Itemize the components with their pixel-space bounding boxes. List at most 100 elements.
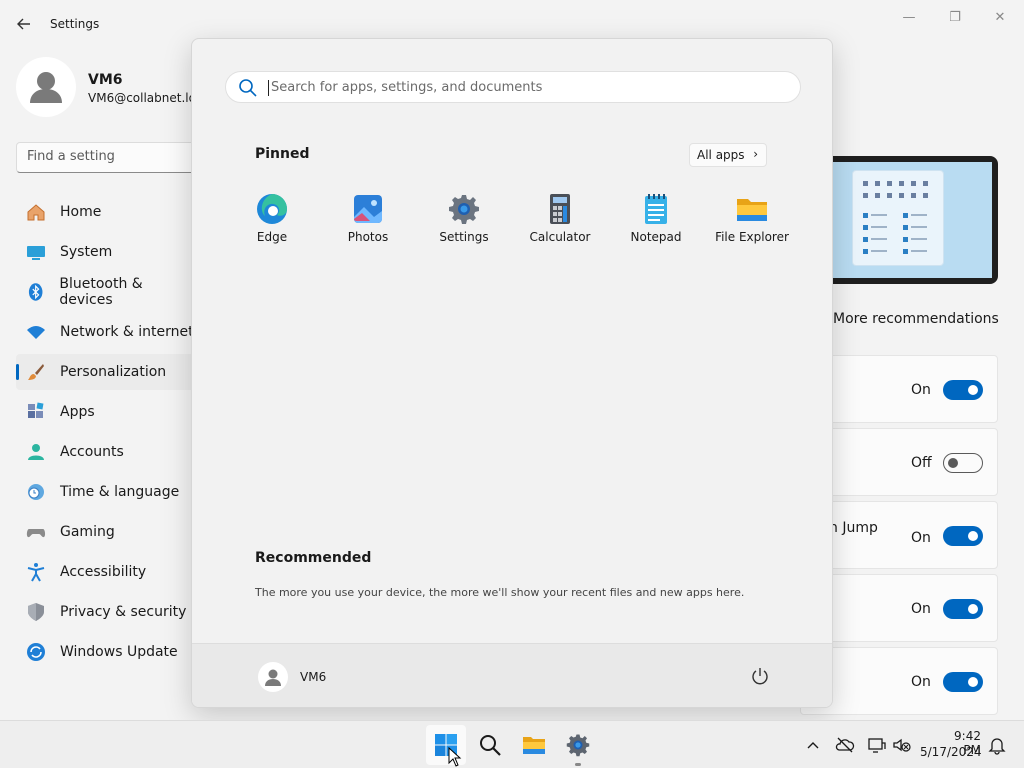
pinned-app-label: Photos: [347, 230, 389, 244]
minimize-button[interactable]: —: [887, 6, 931, 30]
start-search-input[interactable]: Search for apps, settings, and documents: [225, 71, 801, 103]
sidebar-item-label: Accessibility: [60, 564, 147, 580]
taskbar-search-button[interactable]: [470, 725, 510, 765]
toggle-switch[interactable]: [943, 599, 983, 619]
pinned-app-photos[interactable]: Photos: [320, 189, 416, 259]
volume-muted-icon[interactable]: [892, 735, 912, 755]
brush-icon: [28, 364, 44, 380]
toggle-switch[interactable]: [943, 453, 983, 473]
window-title: Settings: [50, 17, 100, 31]
clock-date[interactable]: 5/17/2024: [920, 745, 982, 759]
update-icon: [27, 643, 45, 661]
sidebar-item-label: Apps: [60, 404, 95, 420]
preview-layout-graphic: [863, 181, 928, 254]
pinned-app-label: Notepad: [630, 230, 682, 244]
sidebar-item-accounts[interactable]: Accounts: [16, 434, 196, 470]
photos-icon: [354, 195, 382, 223]
sidebar-item-label: Accounts: [60, 444, 124, 460]
toggle-switch[interactable]: [943, 672, 983, 692]
sidebar-item-personalization[interactable]: Personalization: [16, 354, 196, 390]
sidebar-nav: Home System Bluetooth & devices Network …: [16, 194, 196, 674]
taskbar: [0, 720, 1024, 768]
settings-gear-icon: [449, 195, 479, 224]
profile-name: VM6: [88, 72, 123, 88]
notification-bell-icon[interactable]: [987, 735, 1007, 755]
sidebar-item-label: Windows Update: [60, 644, 178, 660]
shield-icon: [28, 603, 44, 621]
settings-gear-icon: [566, 734, 590, 757]
profile-avatar[interactable]: [16, 57, 76, 117]
sidebar-item-apps[interactable]: Apps: [16, 394, 196, 430]
power-icon[interactable]: [750, 666, 770, 686]
toggle-state-label: On: [911, 382, 931, 398]
edge-icon: [257, 194, 287, 224]
maximize-button[interactable]: ❐: [933, 6, 977, 30]
sidebar-item-system[interactable]: System: [16, 234, 196, 270]
calculator-icon: [550, 194, 570, 224]
more-recommendations-link[interactable]: More recommendations: [833, 311, 999, 327]
mouse-pointer-icon: [448, 747, 462, 767]
all-apps-label: All apps: [697, 148, 745, 162]
system-icon: [27, 246, 45, 260]
network-icon[interactable]: [867, 735, 887, 755]
running-indicator: [575, 763, 581, 766]
recommended-heading: Recommended: [255, 550, 372, 566]
sidebar-item-label: Network & internet: [60, 324, 194, 340]
sidebar-item-label: Gaming: [60, 524, 115, 540]
sidebar-item-accessibility[interactable]: Accessibility: [16, 554, 196, 590]
user-avatar[interactable]: [258, 662, 288, 692]
sidebar-item-label: Bluetooth & devices: [59, 276, 143, 308]
user-icon: [265, 669, 281, 686]
sidebar-item-label: Time & language: [60, 484, 180, 500]
preview-start-menu: [852, 170, 944, 266]
pinned-app-file-explorer[interactable]: File Explorer: [704, 189, 800, 259]
sidebar-item-privacy-security[interactable]: Privacy & security: [16, 594, 196, 630]
sidebar-item-time-language[interactable]: Time & language: [16, 474, 196, 510]
toggle-state-label: On: [911, 530, 931, 546]
account-icon: [28, 444, 44, 460]
home-icon: [27, 204, 45, 221]
wifi-icon: [27, 326, 45, 339]
onedrive-offline-icon[interactable]: [835, 735, 855, 755]
folder-icon: [737, 199, 767, 221]
file-explorer-icon: [523, 737, 545, 754]
taskbar-file-explorer[interactable]: [514, 725, 554, 765]
sidebar-item-home[interactable]: Home: [16, 194, 196, 230]
close-button[interactable]: ✕: [978, 6, 1022, 30]
find-setting-input[interactable]: Find a setting: [16, 142, 216, 173]
toggle-switch[interactable]: [943, 380, 983, 400]
recommended-empty-text: The more you use your device, the more w…: [255, 586, 745, 599]
sidebar-item-gaming[interactable]: Gaming: [16, 514, 196, 550]
pinned-app-notepad[interactable]: Notepad: [608, 189, 704, 259]
taskbar-settings[interactable]: [558, 725, 598, 765]
chevron-right-icon: ›: [753, 147, 758, 161]
sidebar-item-windows-update[interactable]: Windows Update: [16, 634, 196, 670]
text-caret: [268, 80, 269, 96]
apps-icon: [28, 402, 44, 418]
sidebar-item-bluetooth[interactable]: Bluetooth & devices: [16, 274, 196, 310]
all-apps-button[interactable]: All apps ›: [689, 143, 767, 167]
user-icon: [30, 72, 62, 103]
profile-email: VM6@collabnet.loc: [88, 91, 203, 105]
chevron-up-icon[interactable]: [803, 735, 823, 755]
pinned-app-label: Calculator: [529, 230, 591, 244]
pinned-app-settings[interactable]: Settings: [416, 189, 512, 259]
pinned-heading: Pinned: [255, 146, 310, 162]
start-menu: Search for apps, settings, and documents…: [191, 38, 833, 708]
back-arrow-icon[interactable]: [14, 14, 34, 34]
pinned-app-label: File Explorer: [715, 230, 789, 244]
pinned-app-label: Edge: [256, 230, 288, 244]
toggle-state-label: On: [911, 674, 931, 690]
notepad-icon: [645, 194, 667, 224]
sidebar-item-label: System: [60, 244, 113, 260]
toggle-switch[interactable]: [943, 526, 983, 546]
sidebar-item-network[interactable]: Network & internet: [16, 314, 196, 350]
sidebar-item-label: Personalization: [60, 364, 167, 380]
user-name[interactable]: VM6: [300, 670, 326, 684]
pinned-app-edge[interactable]: Edge: [224, 189, 320, 259]
start-search-placeholder: Search for apps, settings, and documents: [271, 80, 543, 95]
setting-label: n Jump: [829, 520, 878, 536]
clock-globe-icon: [28, 484, 44, 500]
pinned-app-calculator[interactable]: Calculator: [512, 189, 608, 259]
accessibility-icon: [27, 563, 45, 582]
